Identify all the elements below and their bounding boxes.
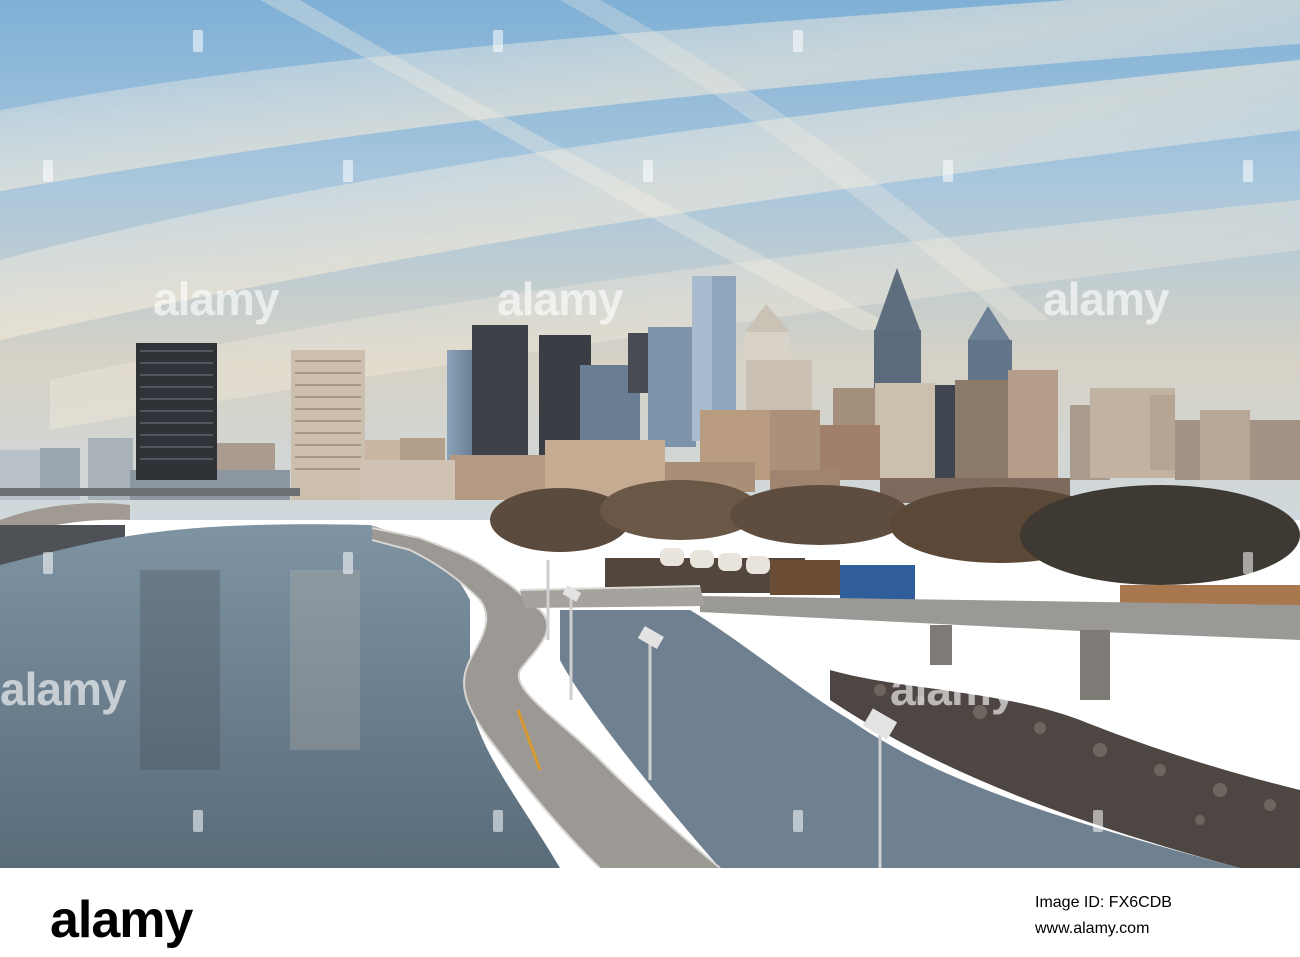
watermark-mark — [493, 810, 503, 832]
site-link[interactable]: www.alamy.com — [1035, 916, 1172, 942]
alamy-logo[interactable]: alamy — [50, 890, 193, 950]
footer-bar: alamy Image ID: FX6CDB www.alamy.com — [0, 868, 1300, 957]
watermark-mark — [943, 160, 953, 182]
watermark-mark — [1243, 552, 1253, 574]
watermark-mark — [343, 552, 353, 574]
watermark-mark — [343, 160, 353, 182]
watermark-mark — [793, 810, 803, 832]
watermark-mark — [493, 30, 503, 52]
watermark-mark — [43, 552, 53, 574]
stock-photo-page: alamy alamy alamy alamy alamy alamy Imag… — [0, 0, 1300, 957]
watermark-mark — [1093, 810, 1103, 832]
skyline-scene — [0, 0, 1300, 868]
watermark-mark — [1243, 160, 1253, 182]
watermark-mark — [643, 160, 653, 182]
image-meta: Image ID: FX6CDB www.alamy.com — [1035, 890, 1172, 942]
skyline-photo: alamy alamy alamy alamy alamy — [0, 0, 1300, 868]
watermark-mark — [193, 810, 203, 832]
watermark-mark — [43, 160, 53, 182]
image-id: Image ID: FX6CDB — [1035, 894, 1172, 911]
watermark-mark — [793, 30, 803, 52]
watermark-mark — [193, 30, 203, 52]
